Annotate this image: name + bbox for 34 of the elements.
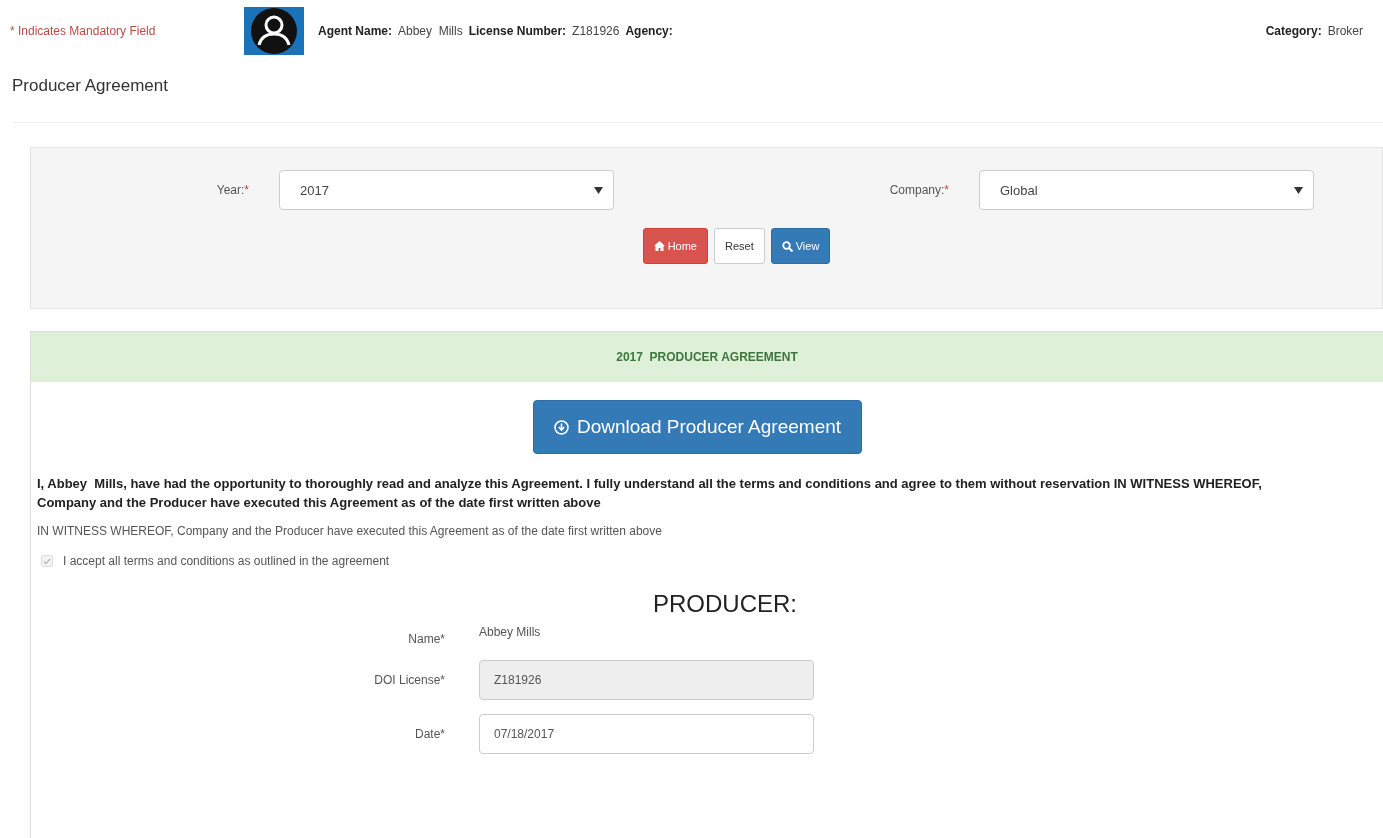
- caret-icon: [1294, 186, 1303, 194]
- download-icon: [554, 419, 569, 435]
- mandatory-note: * Indicates Mandatory Field: [10, 24, 157, 38]
- field-label: Agent Name:: [318, 24, 392, 38]
- filter-label: Company:*: [888, 183, 950, 197]
- page-title: Producer Agreement: [11, 75, 169, 97]
- form-label: DOI License*: [373, 673, 446, 687]
- home-icon: [653, 241, 665, 251]
- home-button[interactable]: Home: [642, 228, 708, 264]
- field-value: Z181926: [572, 24, 620, 38]
- download-button[interactable]: Download Producer Agreement: [533, 400, 863, 454]
- witness-text: IN WITNESS WHEREOF, Company and the Producer have executed this Agreement as of the date first written above: [37, 524, 663, 538]
- form-label: Name*: [407, 632, 446, 646]
- reset-button[interactable]: Reset: [713, 228, 765, 264]
- field-value: Broker: [1327, 24, 1363, 38]
- field-label: Category:: [1265, 24, 1322, 38]
- field-label: License Number:: [468, 24, 567, 38]
- name-value: Abbey Mills: [479, 625, 541, 639]
- field-label: Agency:: [625, 24, 673, 38]
- agreement-heading: 2017 PRODUCER AGREEMENT: [31, 332, 1383, 382]
- view-button[interactable]: View: [770, 228, 831, 264]
- filter-label: Year:*: [215, 183, 250, 197]
- field-value: Abbey Mills: [398, 24, 463, 38]
- date-field[interactable]: 07/18/2017: [479, 714, 814, 754]
- select-field[interactable]: 2017: [279, 170, 614, 210]
- select-field[interactable]: Global: [979, 170, 1314, 210]
- license-field[interactable]: Z181926: [479, 660, 814, 700]
- agreement-statement: I, Abbey Mills, have had the opportunity to thoroughly read and analyze this Agreement. I fully understand all the terms and conditions and agree to them without reservation IN WITNESS WHEREOF, Company and the Producer have executed this Agreement as of the date first written above: [37, 475, 1263, 512]
- avatar-icon: [244, 7, 304, 55]
- producer-title: PRODUCER:: [652, 590, 798, 618]
- search-icon: [781, 240, 793, 252]
- accept-label: I accept all terms and conditions as outlined in the agreement: [63, 554, 390, 568]
- form-label: Date*: [413, 727, 446, 741]
- caret-icon: [594, 186, 603, 194]
